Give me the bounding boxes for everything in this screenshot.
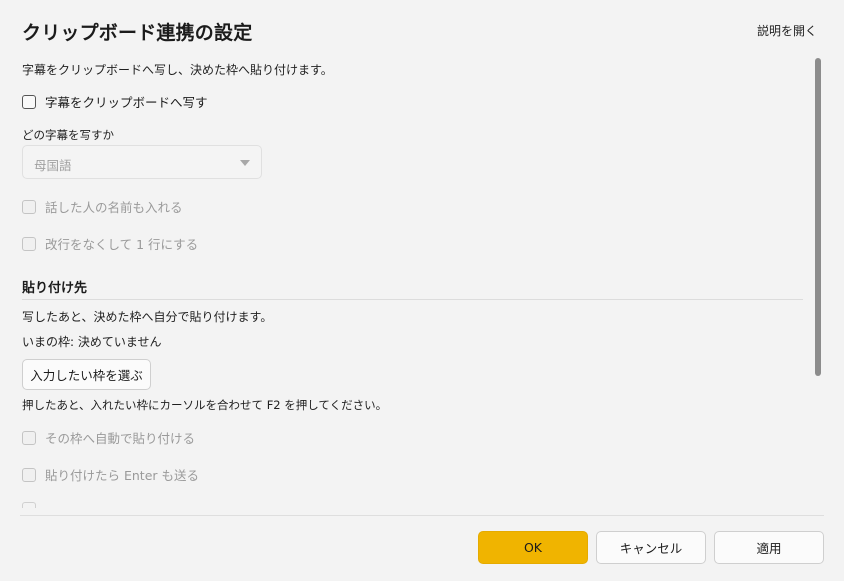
checkbox-box[interactable] bbox=[22, 199, 36, 214]
auto-paste-checkbox[interactable]: その枠へ自動で貼り付ける bbox=[22, 428, 195, 447]
scrollbar-thumb[interactable] bbox=[815, 58, 821, 376]
include-speaker-checkbox[interactable]: 話した人の名前も入れる bbox=[22, 197, 183, 216]
checkbox-box[interactable] bbox=[22, 236, 36, 251]
which-subtitle-value: 母国語 bbox=[34, 158, 72, 173]
checkbox-box[interactable] bbox=[22, 467, 36, 482]
single-line-label: 改行をなくして 1 行にする bbox=[45, 237, 199, 252]
copy-description: 字幕をクリップボードへ写し、決めた枠へ貼り付けます。 bbox=[22, 63, 333, 77]
cancel-button[interactable]: キャンセル bbox=[596, 531, 706, 564]
ok-button[interactable]: OK bbox=[478, 531, 588, 564]
chevron-down-icon bbox=[240, 160, 250, 166]
section-divider bbox=[22, 299, 803, 300]
which-subtitle-select[interactable]: 母国語 bbox=[22, 145, 262, 179]
send-enter-label: 貼り付けたら Enter も送る bbox=[45, 468, 199, 483]
pick-hint-text: 押したあと、入れたい枠にカーソルを合わせて F2 を押してください。 bbox=[22, 398, 388, 412]
single-line-checkbox[interactable]: 改行をなくして 1 行にする bbox=[22, 234, 198, 253]
checkbox-box[interactable] bbox=[22, 94, 36, 109]
settings-content[interactable]: 字幕をクリップボードへ写し、決めた枠へ貼り付けます。 字幕をクリップボードへ写す… bbox=[0, 0, 806, 515]
checkbox-box[interactable] bbox=[22, 430, 36, 445]
scrollbar[interactable] bbox=[814, 58, 822, 376]
include-speaker-label: 話した人の名前も入れる bbox=[45, 200, 183, 215]
pick-target-button[interactable]: 入力したい枠を選ぶ bbox=[22, 359, 151, 390]
paste-description: 写したあと、決めた枠へ自分で貼り付けます。 bbox=[22, 310, 273, 324]
paste-section-title: 貼り付け先 bbox=[22, 281, 88, 296]
copy-enable-checkbox[interactable]: 字幕をクリップボードへ写す bbox=[22, 92, 208, 111]
which-subtitle-label: どの字幕を写すか bbox=[22, 128, 114, 142]
current-target-text: いまの枠: 決めていません bbox=[22, 335, 162, 349]
footer-divider bbox=[20, 515, 824, 516]
partially-visible-checkbox bbox=[22, 502, 36, 508]
send-enter-checkbox[interactable]: 貼り付けたら Enter も送る bbox=[22, 465, 199, 484]
copy-enable-label: 字幕をクリップボードへ写す bbox=[45, 95, 208, 110]
apply-button[interactable]: 適用 bbox=[714, 531, 824, 564]
auto-paste-label: その枠へ自動で貼り付ける bbox=[45, 431, 196, 446]
